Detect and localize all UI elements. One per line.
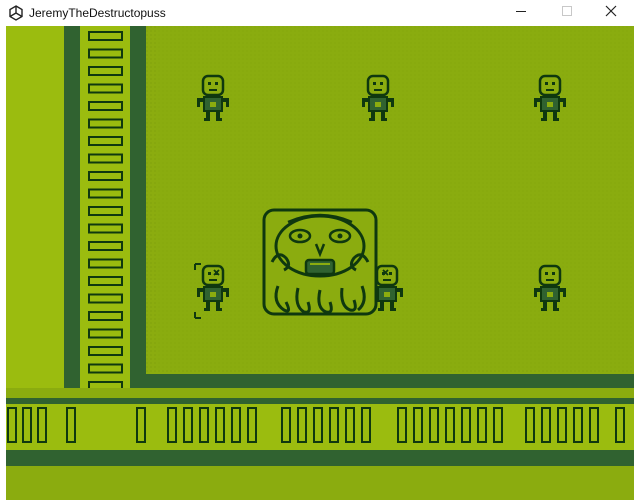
road-slot [37,407,47,443]
close-icon [605,4,617,22]
road-slot [477,407,487,443]
road-slot [313,407,323,443]
road-rung [88,258,123,269]
road-slot [345,407,355,443]
road-rung [88,241,123,251]
road-rung [88,171,123,181]
road-rung [88,276,123,286]
road-rung [88,101,123,111]
road-slot [183,407,193,443]
minimize-button[interactable] [498,0,544,26]
road-slot [231,407,241,443]
road-slot [329,407,339,443]
close-button[interactable] [588,0,634,26]
window-title: JeremyTheDestructopuss [29,6,166,20]
road-slot [297,407,307,443]
maximize-button[interactable] [544,0,590,26]
road-rung [88,66,123,76]
left-bank [6,26,64,402]
road-slot [136,407,146,443]
road-slot [413,407,423,443]
maximize-icon [561,4,573,22]
field-border [156,26,634,370]
road-slot [615,407,625,443]
road-slot [199,407,209,443]
road-rung [88,31,123,41]
road-rung [88,48,123,59]
road-slot [281,407,291,443]
vertical-rungs [88,31,123,391]
road-rung [88,83,123,94]
road-rung [88,223,123,234]
road-rung [88,206,123,216]
road-slot [461,407,471,443]
road-slot [541,407,551,443]
road-rung [88,118,123,129]
road-slot [493,407,503,443]
road-rung [88,328,123,339]
road-slot [247,407,257,443]
game-viewport[interactable] [6,26,634,500]
road-slot [573,407,583,443]
road-slot [215,407,225,443]
road-slot [7,407,17,443]
unity-logo-icon [8,5,24,21]
road-slot [361,407,371,443]
minimize-icon [515,4,527,22]
road-slot [557,407,567,443]
road-slot [22,407,32,443]
road-rung [88,188,123,199]
road-rung [88,293,123,304]
road-rung [88,136,123,146]
road-rung [88,363,123,374]
road-rung [88,311,123,321]
road-slot [589,407,599,443]
road-slot [167,407,177,443]
road-slot [445,407,455,443]
road-slot [397,407,407,443]
game-scene [6,26,634,500]
title-bar[interactable]: JeremyTheDestructopuss [0,0,634,26]
road-rung [88,346,123,356]
road-slot [66,407,76,443]
road-slot [525,407,535,443]
road-slot [429,407,439,443]
jeremy-octopus-player [262,208,378,316]
road-rung [88,153,123,164]
